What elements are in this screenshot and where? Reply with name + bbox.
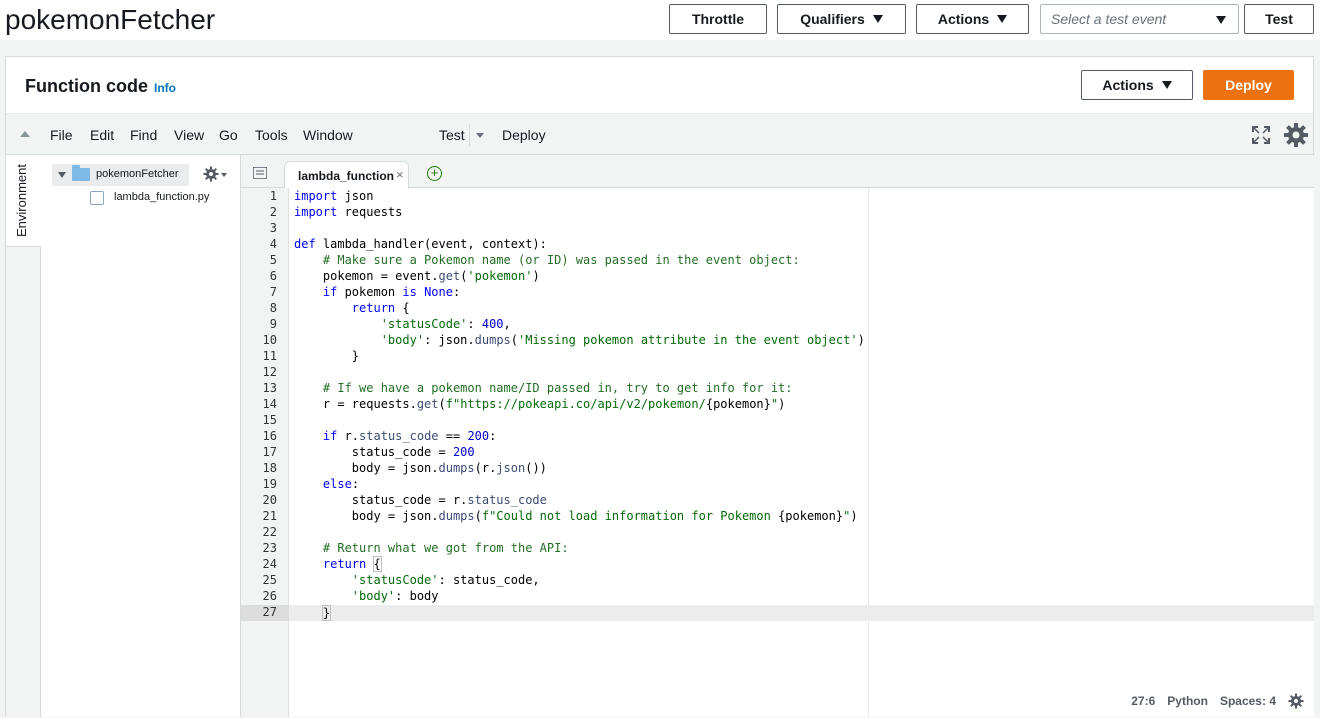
language-mode[interactable]: Python	[1167, 694, 1208, 708]
editor-tab-lambda-function[interactable]: lambda_function ×	[284, 161, 409, 189]
active-line-highlight	[241, 605, 1314, 621]
root-folder-label: pokemonFetcher	[96, 168, 179, 180]
editor-statusbar: 27:6 Python Spaces: 4	[1131, 693, 1304, 709]
folder-icon	[72, 165, 90, 181]
ide-menubar: File Edit Find View Go Tools Window Test…	[6, 114, 1313, 155]
function-code-panel: Function code Info Actions Deploy File E…	[5, 56, 1314, 717]
python-file-icon	[90, 191, 104, 205]
editor-tabbar: lambda_function × +	[241, 155, 1314, 189]
chevron-down-icon	[872, 15, 883, 23]
tab-list-icon[interactable]	[253, 167, 267, 179]
editor-tab-label: lambda_function	[298, 169, 395, 183]
code-editor: lambda_function × + 1 2 3 4 5 6 7 8 9 10…	[241, 155, 1314, 717]
qualifiers-label: Qualifiers	[800, 11, 865, 27]
fullscreen-icon[interactable]	[1252, 126, 1270, 144]
menu-tools[interactable]: Tools	[255, 127, 288, 143]
gear-icon[interactable]	[1283, 122, 1309, 148]
close-icon[interactable]: ×	[396, 167, 404, 182]
menu-find[interactable]: Find	[130, 127, 157, 143]
function-header: pokemonFetcher Throttle Qualifiers Actio…	[0, 0, 1320, 40]
throttle-button[interactable]: Throttle	[669, 4, 767, 34]
function-name: pokemonFetcher	[5, 4, 216, 35]
add-tab-icon[interactable]: +	[427, 166, 442, 181]
test-event-placeholder: Select a test event	[1051, 11, 1167, 27]
chevron-down-icon	[997, 15, 1008, 23]
deploy-button[interactable]: Deploy	[1203, 70, 1294, 100]
expand-arrow-icon[interactable]	[58, 172, 66, 178]
text-cursor	[330, 605, 332, 619]
panel-header: Function code Info Actions Deploy	[6, 57, 1313, 114]
environment-side-tabs: Environment	[6, 155, 41, 717]
indent-setting[interactable]: Spaces: 4	[1220, 694, 1276, 708]
environment-tab-label: Environment	[14, 164, 29, 237]
collapse-icon[interactable]	[20, 131, 30, 137]
menu-file[interactable]: File	[50, 127, 73, 143]
header-actions-button[interactable]: Actions	[916, 4, 1029, 34]
menu-window[interactable]: Window	[303, 127, 353, 143]
chevron-down-icon[interactable]	[476, 133, 484, 138]
menu-divider	[469, 124, 470, 146]
statusbar-gear-icon[interactable]	[1288, 693, 1304, 709]
qualifiers-button[interactable]: Qualifiers	[777, 4, 906, 34]
menu-go[interactable]: Go	[219, 127, 238, 143]
chevron-down-icon	[1161, 81, 1172, 89]
test-label: Test	[1265, 11, 1293, 27]
deploy-label: Deploy	[1225, 77, 1272, 93]
header-actions-label: Actions	[937, 11, 990, 27]
menu-test[interactable]: Test	[439, 127, 465, 143]
info-link[interactable]: Info	[154, 81, 176, 95]
chevron-down-icon	[1216, 16, 1226, 24]
panel-actions-label: Actions	[1102, 77, 1154, 93]
tree-root-folder[interactable]: pokemonFetcher	[52, 164, 189, 186]
cursor-position[interactable]: 27:6	[1131, 694, 1155, 708]
throttle-label: Throttle	[691, 11, 745, 27]
test-event-select[interactable]: Select a test event	[1040, 4, 1239, 34]
chevron-down-icon[interactable]	[221, 173, 227, 177]
panel-actions-button[interactable]: Actions	[1081, 70, 1193, 100]
tree-settings-icon[interactable]	[203, 166, 219, 182]
menu-edit[interactable]: Edit	[90, 127, 114, 143]
file-tree: pokemonFetcher lambda_function.py	[41, 155, 241, 717]
tree-file-item[interactable]: lambda_function.py	[114, 191, 209, 203]
panel-title: Function code	[25, 76, 148, 96]
menu-view[interactable]: View	[174, 127, 204, 143]
code-area[interactable]: 1 2 3 4 5 6 7 8 9 10 11 12 13 14 15 16 1…	[241, 188, 1314, 717]
menu-deploy[interactable]: Deploy	[502, 127, 546, 143]
environment-tab[interactable]: Environment	[6, 155, 41, 247]
test-button[interactable]: Test	[1244, 4, 1314, 34]
